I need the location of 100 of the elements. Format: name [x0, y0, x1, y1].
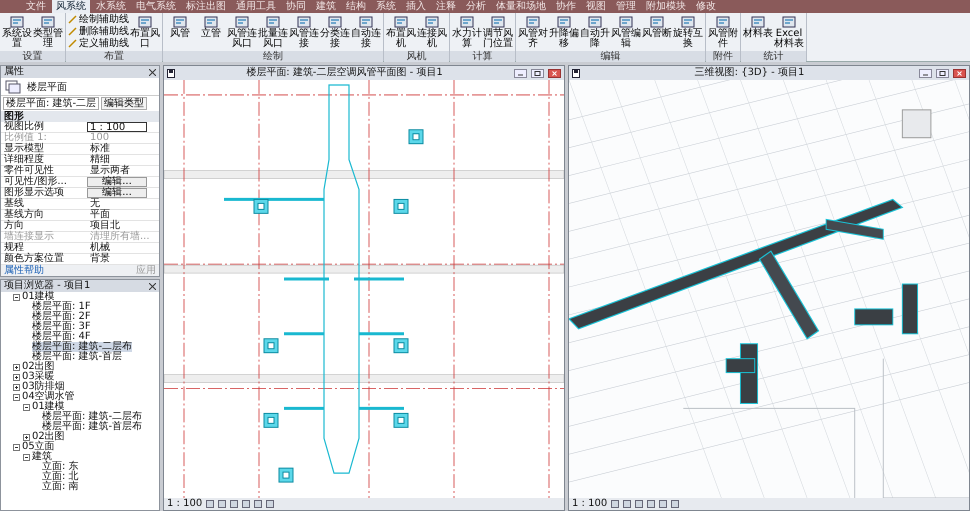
expand-icon[interactable] — [13, 384, 20, 390]
ribbon-button[interactable]: 删除辅助线 — [68, 26, 129, 37]
ribbon-button[interactable]: 布置风机 — [386, 14, 416, 50]
menu-tab[interactable]: 修改 — [692, 0, 720, 13]
menu-tab[interactable]: 附加模块 — [642, 0, 690, 13]
menu-tab[interactable]: 分析 — [462, 0, 490, 13]
ribbon-button[interactable]: 分类连接 — [320, 14, 350, 50]
ribbon-button[interactable]: 旋转互换 — [673, 14, 703, 50]
property-field[interactable]: 1 : 100 — [87, 122, 147, 132]
ribbon-button[interactable]: 自动连接 — [351, 14, 381, 50]
tree-item[interactable]: 建筑 — [32, 452, 52, 462]
menu-tab[interactable]: 协同 — [282, 0, 310, 13]
menu-tab[interactable]: 水系统 — [92, 0, 130, 13]
ribbon-button[interactable]: 风管断 — [642, 14, 672, 50]
ribbon-button[interactable]: 自动升降 — [580, 14, 610, 50]
tree-item[interactable]: 楼层平面: 3F — [32, 322, 91, 332]
menu-tab[interactable]: 注释 — [432, 0, 460, 13]
collapse-icon[interactable] — [13, 394, 20, 400]
tree-item[interactable]: 楼层平面: 建筑-首层布 — [42, 422, 142, 432]
ribbon-button[interactable]: 水力计算 — [452, 14, 482, 50]
ribbon-button[interactable]: 类型管理 — [33, 14, 63, 50]
ribbon-button[interactable]: 风管 — [165, 14, 195, 50]
collapse-icon[interactable] — [23, 454, 30, 460]
tree-item[interactable]: 立面: 南 — [42, 482, 79, 492]
tree-item[interactable]: 03防排烟 — [22, 382, 65, 392]
ribbon-button[interactable]: Excel材料表 — [774, 14, 804, 50]
tree-item[interactable]: 楼层平面: 建筑-二层布 — [32, 342, 132, 352]
menu-tab[interactable]: 建筑 — [312, 0, 340, 13]
ribbon-button[interactable]: 风管连接 — [289, 14, 319, 50]
panel-title: 属性 — [4, 66, 24, 78]
menu-tab[interactable]: 管理 — [612, 0, 640, 13]
ribbon-button[interactable]: 风管连风口 — [227, 14, 257, 50]
collapse-icon[interactable] — [13, 444, 20, 450]
tree-item[interactable]: 立面: 东 — [42, 462, 79, 472]
tree-item[interactable]: 05立面 — [22, 442, 55, 452]
ribbon-button[interactable]: 材料表 — [743, 14, 773, 50]
menu-tab[interactable]: 结构 — [342, 0, 370, 13]
view-scale[interactable]: 1 : 100 — [572, 498, 608, 510]
save-icon[interactable] — [572, 68, 580, 78]
expand-icon[interactable] — [23, 434, 30, 440]
edit-button[interactable]: 编辑... — [87, 188, 147, 198]
tree-item[interactable]: 楼层平面: 建筑-首层 — [32, 352, 122, 362]
close-icon[interactable] — [548, 68, 561, 78]
menu-tab[interactable]: 协作 — [552, 0, 580, 13]
menu-tab[interactable]: 电气系统 — [132, 0, 180, 13]
collapse-icon[interactable] — [13, 294, 20, 300]
save-icon[interactable] — [167, 68, 175, 78]
restore-icon[interactable] — [531, 68, 544, 78]
tree-item[interactable]: 楼层平面: 建筑-二层布 — [42, 412, 142, 422]
menu-tab[interactable]: 通用工具 — [232, 0, 280, 13]
ribbon-button[interactable]: 绘制辅助线 — [68, 14, 129, 25]
tree-item[interactable]: 04空调水管 — [22, 392, 75, 402]
ribbon-button[interactable]: 升降偏移 — [549, 14, 579, 50]
property-label: 详细程度 — [3, 155, 44, 165]
ribbon-button[interactable]: 系统设置 — [2, 14, 32, 50]
menu-tab[interactable]: 风系统 — [52, 0, 90, 13]
menu-tab[interactable]: 插入 — [402, 0, 430, 13]
view-scale[interactable]: 1 : 100 — [167, 498, 202, 510]
tree-item[interactable]: 楼层平面: 1F — [32, 302, 91, 312]
ribbon-button[interactable]: 风管对齐 — [518, 14, 548, 50]
type-selector[interactable]: 楼层平面: 建筑-二层 — [3, 97, 100, 110]
menu-tab[interactable]: 视图 — [582, 0, 610, 13]
tree-item[interactable]: 01建模 — [22, 292, 55, 302]
view-type-icon — [5, 80, 21, 94]
ribbon-button[interactable]: 立管 — [196, 14, 226, 50]
edit-button[interactable]: 编辑... — [87, 177, 147, 187]
ribbon-button[interactable]: 调节风门位置 — [483, 14, 513, 50]
tool-icon — [359, 15, 373, 29]
tree-item[interactable]: 楼层平面: 2F — [32, 312, 91, 322]
menu-tab[interactable]: 标注出图 — [182, 0, 230, 13]
ribbon-button[interactable]: 定义辅助线 — [68, 38, 129, 49]
ribbon-button[interactable]: 批量连风口 — [258, 14, 288, 50]
menu-tab[interactable]: 体量和场地 — [492, 0, 550, 13]
tree-item[interactable]: 02出图 — [32, 432, 65, 442]
ribbon-button[interactable]: 连接风机 — [417, 14, 447, 50]
minimize-icon[interactable] — [919, 68, 932, 78]
close-icon[interactable] — [149, 282, 156, 290]
menu-tab[interactable]: 文件 — [22, 0, 50, 13]
expand-icon[interactable] — [13, 374, 20, 380]
ribbon-button[interactable]: 风管编辑 — [611, 14, 641, 50]
view-title: 三维视图: {3D} - 项目1 — [694, 66, 806, 80]
minimize-icon[interactable] — [514, 68, 527, 78]
ribbon-button[interactable]: 布置风口 — [130, 14, 160, 50]
help-link[interactable]: 属性帮助 — [4, 265, 44, 276]
close-icon[interactable] — [149, 68, 156, 76]
menu-tab[interactable]: 系统 — [372, 0, 400, 13]
property-value: 清理所有墙... — [89, 232, 151, 242]
tool-icon — [328, 15, 342, 29]
tree-item[interactable]: 立面: 北 — [42, 472, 79, 482]
tree-item[interactable]: 01建模 — [32, 402, 65, 412]
restore-icon[interactable] — [936, 68, 949, 78]
collapse-icon[interactable] — [23, 404, 30, 410]
tree-item[interactable]: 03采暖 — [22, 372, 55, 382]
tree-item[interactable]: 楼层平面: 4F — [32, 332, 91, 342]
close-icon[interactable] — [953, 68, 966, 78]
ribbon-button[interactable]: 风管附件 — [708, 14, 738, 50]
edit-type-button[interactable]: 编辑类型 — [101, 97, 148, 110]
tree-item[interactable]: 02出图 — [22, 362, 55, 372]
property-value: 背景 — [89, 254, 111, 264]
expand-icon[interactable] — [13, 364, 20, 370]
